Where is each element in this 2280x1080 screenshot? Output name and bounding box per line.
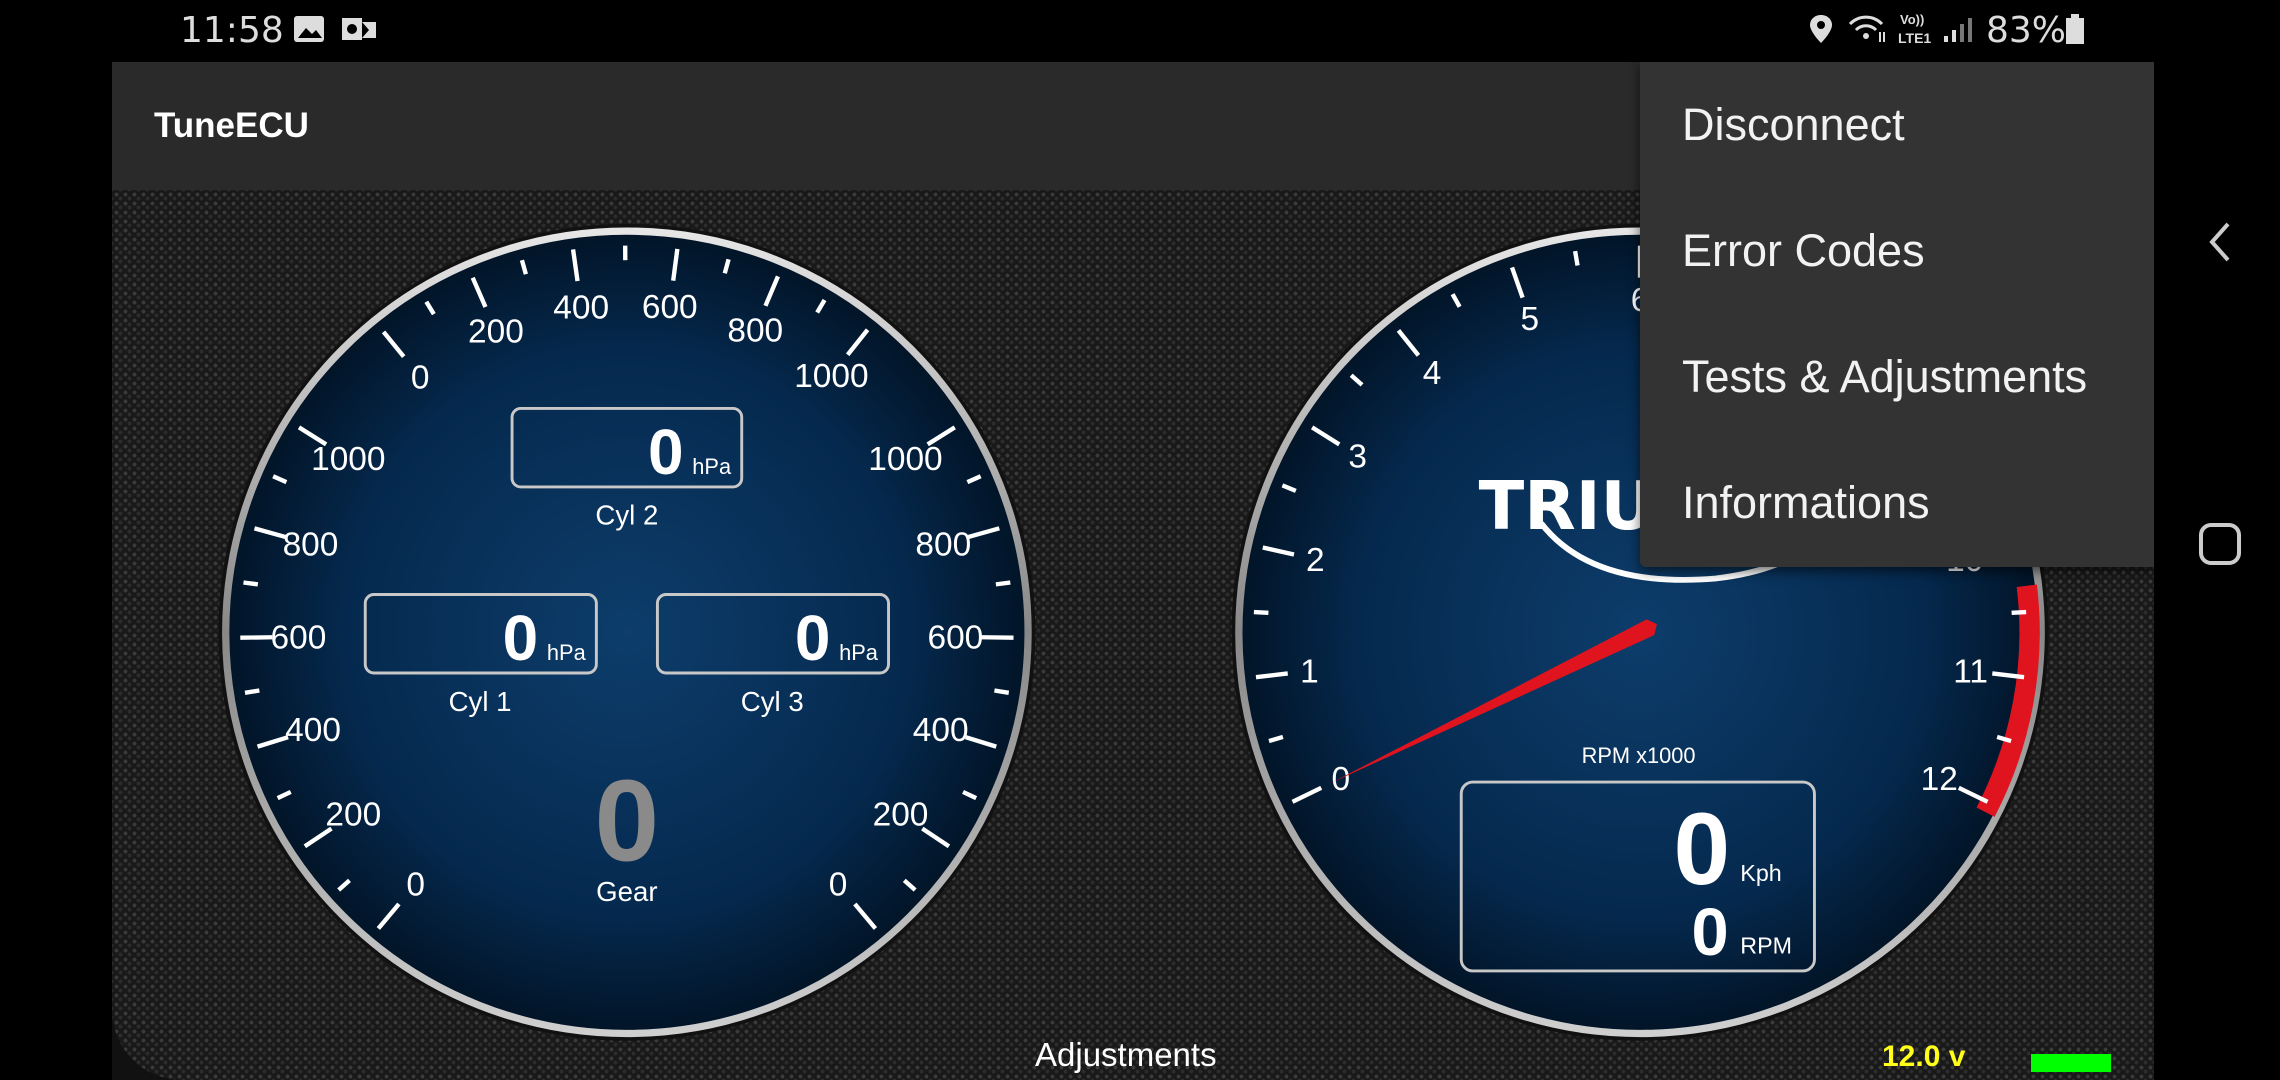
gear-value: 0 — [595, 756, 660, 886]
cyl1-unit: hPa — [547, 640, 587, 665]
left-scale-minor-tick — [244, 688, 260, 695]
left-scale-minor-tick — [243, 580, 259, 587]
rpm-scale-label: RPM x1000 — [1582, 743, 1696, 768]
right-scale-tick-label: 0 — [829, 867, 848, 904]
cyl2-value: 0 — [648, 416, 684, 488]
speed-value: 0 — [1674, 792, 1731, 906]
cyl3-label: Cyl 3 — [741, 686, 804, 717]
cyl2-label: Cyl 2 — [595, 500, 658, 531]
right-scale-minor-tick — [994, 688, 1010, 695]
rpm-minor-tick — [1253, 609, 1269, 616]
right-scale-tick-label: 400 — [913, 712, 969, 749]
top-scale-tick-label: 0 — [411, 360, 430, 397]
left-scale-tick-label: 200 — [325, 797, 381, 834]
left-scale-tick-label: 1000 — [311, 441, 385, 478]
top-scale-tick-label: 400 — [553, 290, 609, 327]
cyl3-value: 0 — [795, 602, 831, 674]
top-scale-tick-label: 200 — [468, 314, 524, 351]
top-scale-tick-label: 1000 — [794, 358, 868, 395]
rpm-tick-label: 0 — [1332, 761, 1351, 798]
left-scale-tick-label: 800 — [283, 527, 339, 564]
right-scale-tick-label: 600 — [927, 620, 983, 657]
cyl1-label: Cyl 1 — [449, 686, 512, 717]
gear-label: Gear — [596, 876, 657, 907]
top-scale-tick-label: 600 — [642, 289, 698, 326]
speed-unit: Kph — [1740, 860, 1781, 886]
top-scale-tick-label: 800 — [727, 313, 783, 350]
battery-voltage: 12.0 v — [1882, 1040, 1966, 1073]
rpm-value: 0 — [1692, 895, 1729, 970]
right-scale-tick-label: 200 — [873, 797, 929, 834]
menu-item-error-codes[interactable]: Error Codes — [1640, 188, 2154, 314]
rpm-tick-label: 11 — [1953, 654, 1988, 691]
left-scale-tick-label: 400 — [285, 712, 341, 749]
rpm-tick-label: 12 — [1921, 761, 1958, 798]
menu-item-tests-adjustments[interactable]: Tests & Adjustments — [1640, 314, 2154, 440]
home-icon[interactable] — [2198, 522, 2242, 566]
back-icon[interactable] — [2204, 220, 2234, 264]
cyl2-unit: hPa — [692, 454, 732, 479]
rpm-tick-label: 5 — [1521, 301, 1540, 338]
menu-item-disconnect[interactable]: Disconnect — [1640, 62, 2154, 188]
pressure-gauge-face — [222, 227, 1032, 1038]
cyl3-unit: hPa — [839, 640, 879, 665]
left-scale-tick-label: 0 — [406, 867, 425, 904]
battery-status-indicator — [2031, 1054, 2111, 1072]
menu-item-informations[interactable]: Informations — [1640, 440, 2154, 566]
right-scale-tick-label: 1000 — [868, 441, 942, 478]
right-scale-tick-label: 800 — [915, 527, 971, 564]
rpm-tick-label: 1 — [1300, 654, 1319, 691]
rpm-unit: RPM — [1740, 933, 1792, 959]
rpm-tick-label: 4 — [1423, 355, 1442, 392]
pressure-gauge: 0 200 400 600 800 1000 0 200 400 600 800 1000 0 200 40… — [218, 223, 1036, 1041]
footer-mode-label: Adjustments — [1035, 1036, 1217, 1073]
system-navigation-bar — [2154, 0, 2280, 1080]
overflow-menu: Disconnect Error Codes Tests & Adjustmen… — [1640, 62, 2154, 567]
left-scale-tick-label: 600 — [271, 620, 327, 657]
right-scale-minor-tick — [995, 580, 1011, 587]
cyl1-value: 0 — [503, 602, 539, 674]
rpm-minor-tick — [2011, 609, 2027, 616]
rpm-tick-label: 2 — [1306, 542, 1325, 579]
rpm-minor-tick — [1572, 250, 1580, 266]
rpm-tick-label: 3 — [1348, 439, 1367, 476]
